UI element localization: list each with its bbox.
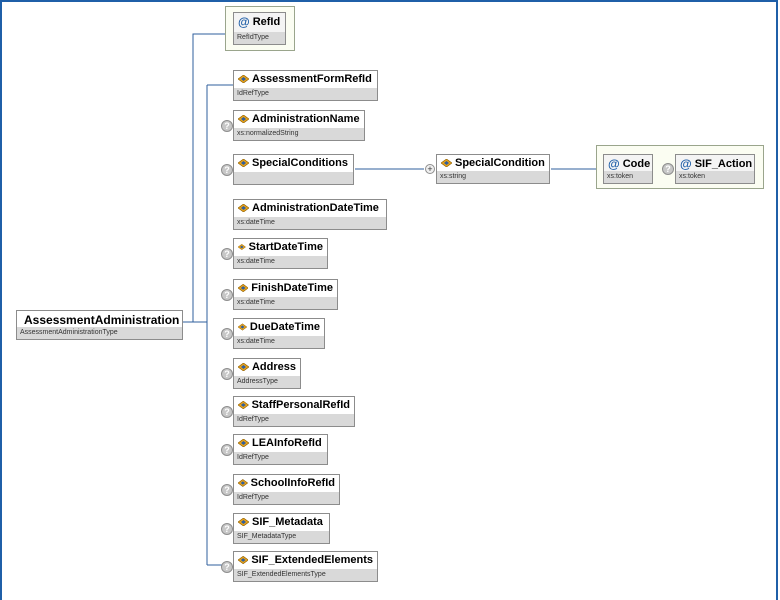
element-icon (238, 363, 249, 371)
element-icon (238, 115, 249, 123)
connector-lines (183, 33, 596, 566)
optional-icon: ? (221, 484, 233, 496)
element-name: AdministrationDateTime (252, 202, 379, 214)
attribute-icon: @ (608, 157, 620, 171)
element-icon (238, 518, 249, 526)
refid-type: RefIdType (234, 32, 285, 44)
element-type: SIF_ExtendedElementsType (234, 569, 377, 581)
code-type: xs:token (604, 171, 652, 183)
optional-icon: ? (221, 328, 233, 340)
element-node[interactable]: SchoolInfoRefId IdRefType (233, 474, 340, 505)
element-icon (238, 556, 249, 564)
element-icon (238, 439, 249, 447)
expand-icon[interactable]: + (425, 164, 435, 174)
element-node[interactable]: SIF_Metadata SIF_MetadataType (233, 513, 330, 544)
special-condition-name: SpecialCondition (455, 157, 545, 169)
optional-icon: ? (221, 248, 233, 260)
element-type: SIF_MetadataType (234, 531, 329, 543)
optional-icon: ? (221, 368, 233, 380)
element-icon (238, 243, 246, 251)
root-type: AssessmentAdministrationType (17, 327, 182, 339)
element-type: IdRefType (234, 492, 339, 504)
element-type: xs:dateTime (234, 217, 386, 229)
element-name: StaffPersonalRefId (251, 399, 350, 411)
element-type: xs:dateTime (234, 297, 337, 309)
code-attribute[interactable]: @ Code xs:token (603, 154, 653, 184)
element-icon (238, 204, 249, 212)
element-name: StartDateTime (248, 241, 323, 253)
optional-icon: ? (221, 289, 233, 301)
element-type: xs:dateTime (234, 336, 324, 348)
optional-icon: ? (221, 561, 233, 573)
element-type (234, 172, 353, 184)
optional-icon: ? (221, 120, 233, 132)
optional-icon: ? (221, 406, 233, 418)
element-node[interactable]: LEAInfoRefId IdRefType (233, 434, 328, 465)
element-icon (441, 159, 452, 167)
element-icon (238, 284, 249, 292)
refid-name: RefId (252, 16, 281, 28)
element-node[interactable]: AdministrationName xs:normalizedString (233, 110, 365, 141)
element-type: xs:normalizedString (234, 128, 364, 140)
element-name: DueDateTime (249, 321, 320, 333)
element-icon (238, 159, 249, 167)
optional-icon: ? (221, 444, 233, 456)
special-condition-type: xs:string (437, 171, 549, 183)
element-type: AddressType (234, 376, 300, 388)
attribute-icon: @ (238, 15, 250, 29)
element-name: SIF_Metadata (252, 516, 323, 528)
sif-action-attribute[interactable]: @ SIF_Action xs:token (675, 154, 755, 184)
element-name: AdministrationName (252, 113, 360, 125)
refid-attribute[interactable]: @ RefId RefIdType (233, 12, 286, 45)
element-type: xs:dateTime (234, 256, 327, 268)
element-name: FinishDateTime (251, 282, 333, 294)
element-icon (238, 323, 247, 331)
element-node[interactable]: SpecialConditions (233, 154, 354, 185)
element-name: AssessmentFormRefId (252, 73, 372, 85)
root-name: AssessmentAdministration (24, 313, 180, 327)
element-node[interactable]: FinishDateTime xs:dateTime (233, 279, 338, 310)
root-element[interactable]: AssessmentAdministration AssessmentAdmin… (16, 310, 183, 340)
element-node[interactable]: AssessmentFormRefId IdRefType (233, 70, 378, 101)
attribute-icon: @ (680, 157, 692, 171)
element-name: SIF_ExtendedElements (251, 554, 373, 566)
element-node[interactable]: Address AddressType (233, 358, 301, 389)
element-icon (238, 479, 248, 487)
element-name: LEAInfoRefId (252, 437, 322, 449)
element-type: IdRefType (234, 414, 354, 426)
element-node[interactable]: DueDateTime xs:dateTime (233, 318, 325, 349)
element-node[interactable]: SIF_ExtendedElements SIF_ExtendedElements… (233, 551, 378, 582)
optional-icon: ? (662, 163, 674, 175)
optional-icon: ? (221, 164, 233, 176)
element-node[interactable]: StaffPersonalRefId IdRefType (233, 396, 355, 427)
element-type: IdRefType (234, 452, 327, 464)
sif-action-name: SIF_Action (694, 158, 753, 170)
special-condition-element[interactable]: SpecialCondition xs:string (436, 154, 550, 184)
element-node[interactable]: AdministrationDateTime xs:dateTime (233, 199, 387, 230)
element-icon (238, 401, 249, 409)
element-icon (238, 75, 249, 83)
sif-action-type: xs:token (676, 171, 754, 183)
element-name: SchoolInfoRefId (250, 477, 335, 489)
optional-icon: ? (221, 523, 233, 535)
element-type: IdRefType (234, 88, 377, 100)
element-name: SpecialConditions (252, 157, 348, 169)
element-name: Address (251, 361, 296, 373)
code-name: Code (622, 158, 651, 170)
element-node[interactable]: StartDateTime xs:dateTime (233, 238, 328, 269)
